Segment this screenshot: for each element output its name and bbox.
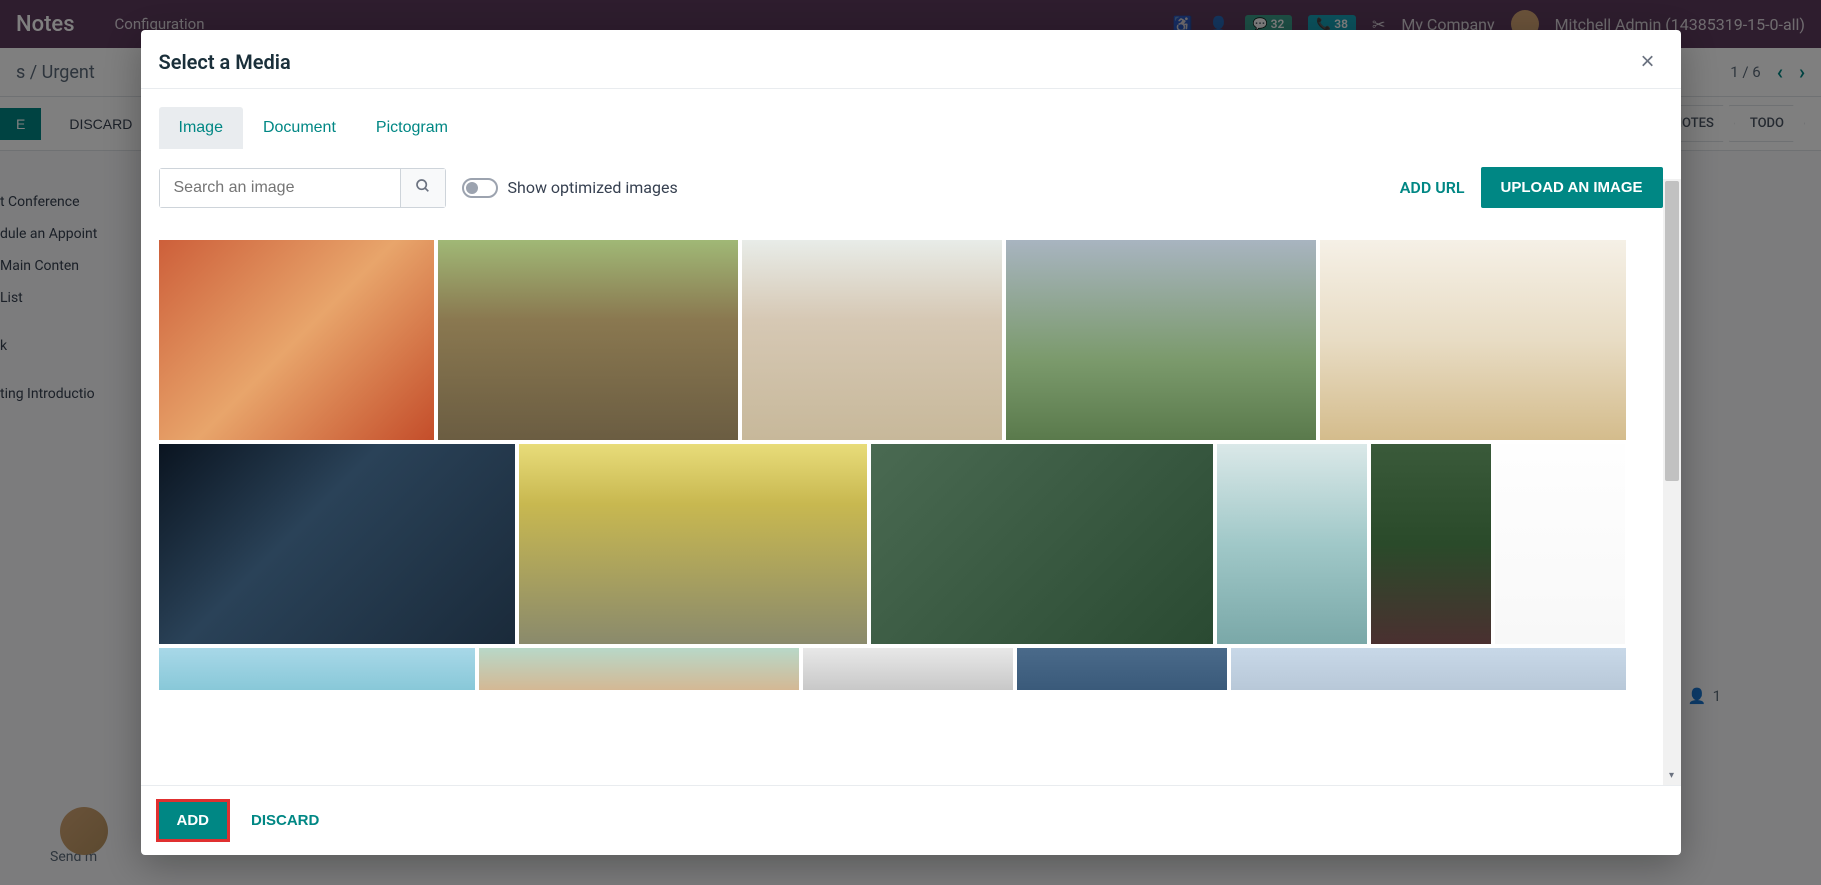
image-thumbnail[interactable] — [1217, 444, 1367, 644]
media-modal: Select a Media × ▴ ▾ Image Document Pict… — [141, 30, 1681, 855]
image-thumbnail[interactable] — [1231, 648, 1626, 690]
discard-modal-button[interactable]: DISCARD — [243, 802, 327, 839]
image-thumbnail[interactable] — [871, 444, 1213, 644]
image-thumbnail[interactable] — [159, 444, 515, 644]
image-thumbnail[interactable] — [479, 648, 799, 690]
add-url-link[interactable]: ADD URL — [1400, 178, 1465, 197]
image-row — [159, 444, 1663, 644]
search-button[interactable] — [400, 169, 445, 207]
image-thumbnail[interactable] — [1371, 444, 1491, 644]
tab-image[interactable]: Image — [159, 107, 243, 149]
optimized-toggle[interactable] — [462, 178, 498, 198]
image-thumbnail[interactable] — [519, 444, 867, 644]
search-icon — [415, 178, 431, 194]
modal-header: Select a Media × — [141, 30, 1681, 89]
image-thumbnail[interactable] — [1495, 444, 1625, 644]
scroll-down-icon[interactable]: ▾ — [1663, 767, 1681, 785]
image-thumbnail[interactable] — [742, 240, 1002, 440]
image-thumbnail[interactable] — [159, 648, 475, 690]
search-input[interactable] — [160, 169, 400, 207]
modal-tabs: Image Document Pictogram — [159, 107, 1663, 149]
scrollbar-thumb[interactable] — [1665, 181, 1679, 481]
image-thumbnail[interactable] — [1320, 240, 1626, 440]
image-thumbnail[interactable] — [1006, 240, 1316, 440]
search-row: Show optimized images ADD URL UPLOAD AN … — [159, 167, 1663, 208]
modal-title: Select a Media — [159, 50, 291, 74]
upload-button[interactable]: UPLOAD AN IMAGE — [1481, 167, 1663, 208]
image-thumbnail[interactable] — [438, 240, 738, 440]
image-thumbnail[interactable] — [803, 648, 1013, 690]
image-thumbnail[interactable] — [1017, 648, 1227, 690]
image-row — [159, 240, 1663, 440]
image-row — [159, 648, 1663, 690]
tab-pictogram[interactable]: Pictogram — [356, 107, 468, 149]
image-thumbnail[interactable] — [159, 240, 434, 440]
scrollbar[interactable]: ▴ ▾ — [1663, 179, 1681, 785]
search-group — [159, 168, 446, 208]
tab-document[interactable]: Document — [243, 107, 356, 149]
modal-body: ▴ ▾ Image Document Pictogram — [141, 89, 1681, 785]
search-right: ADD URL UPLOAD AN IMAGE — [1400, 167, 1663, 208]
toggle-label: Show optimized images — [508, 178, 678, 197]
add-button[interactable]: ADD — [159, 802, 228, 839]
toggle-wrapper: Show optimized images — [462, 178, 678, 198]
close-icon[interactable]: × — [1632, 48, 1662, 76]
modal-footer: ADD DISCARD — [141, 785, 1681, 855]
image-grid — [159, 240, 1663, 690]
